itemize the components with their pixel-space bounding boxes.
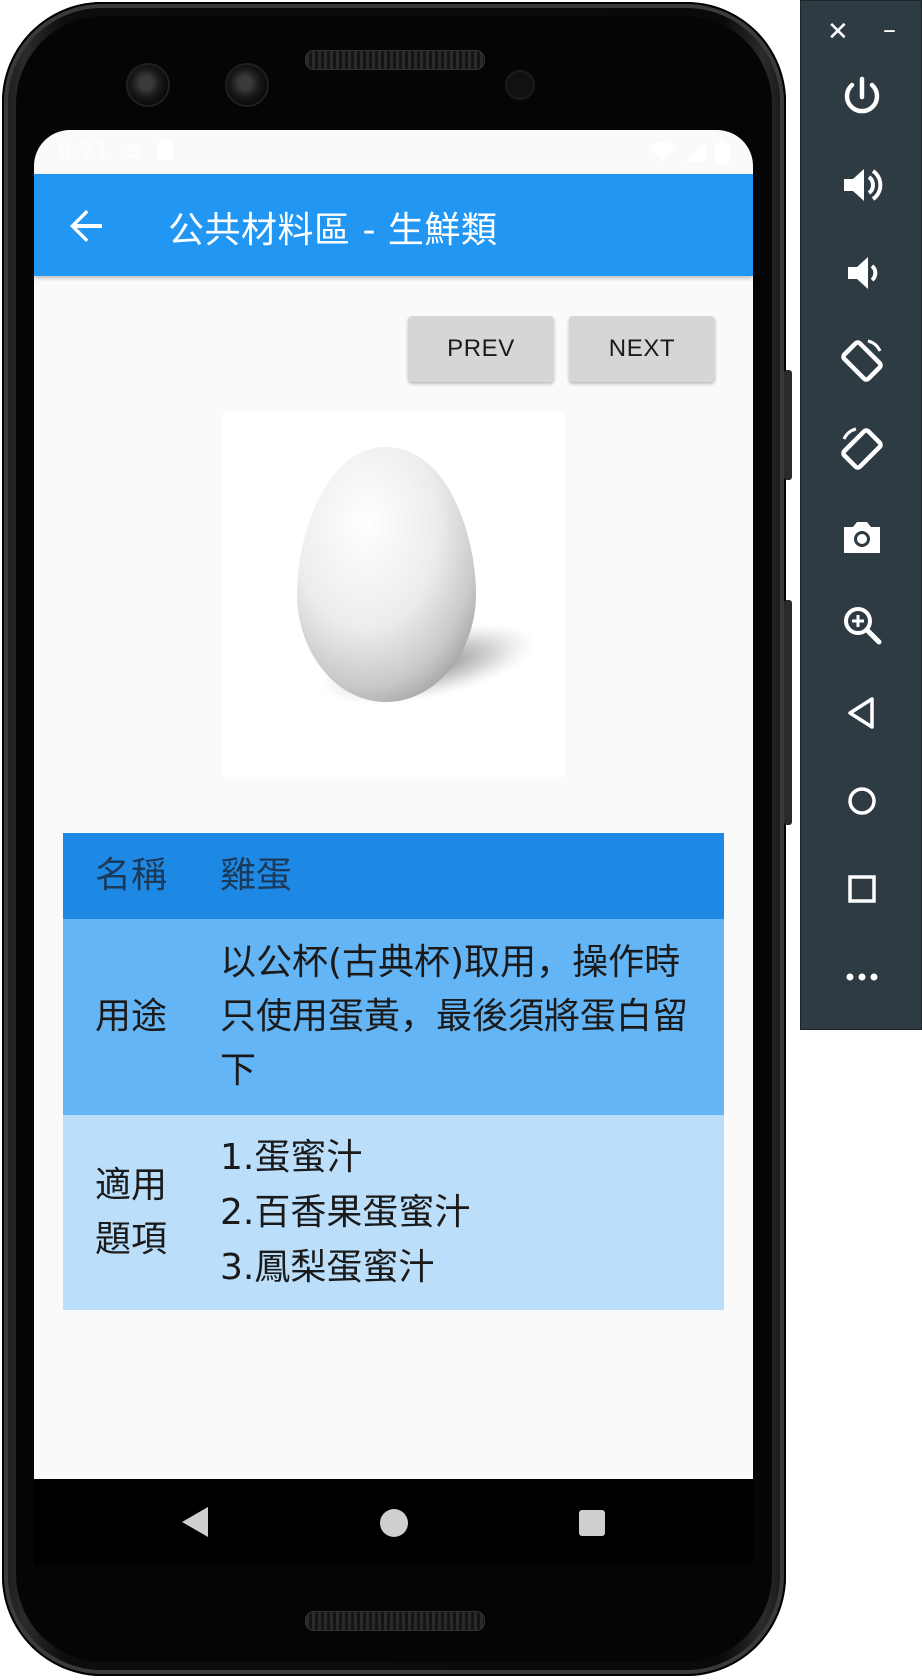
wifi-icon <box>649 142 675 162</box>
close-icon[interactable]: ✕ <box>827 17 849 47</box>
front-camera-2 <box>225 63 269 107</box>
signal-icon <box>685 142 705 162</box>
prev-button[interactable]: PREV <box>408 316 554 382</box>
name-label: 名稱 <box>95 855 168 896</box>
list-item: 3.鳳梨蛋蜜汁 <box>220 1247 435 1288</box>
egg-image <box>223 412 565 777</box>
ingredient-info-table: 名稱 雞蛋 用途 以公杯(古典杯)取用，操作時只使用蛋黃，最後須將蛋白留下 適用… <box>63 833 724 1310</box>
battery-icon <box>715 140 729 164</box>
list-item: 1.蛋蜜汁 <box>220 1137 363 1178</box>
back-icon[interactable] <box>834 685 890 741</box>
proximity-sensor <box>505 70 535 100</box>
android-nav-bar <box>34 1479 753 1565</box>
back-arrow-icon[interactable] <box>62 202 110 250</box>
table-row-name: 名稱 雞蛋 <box>63 833 724 919</box>
rotate-right-icon[interactable] <box>834 421 890 477</box>
table-row-applicable-items: 適用 題項 1.蛋蜜汁 2.百香果蛋蜜汁 3.鳳梨蛋蜜汁 <box>63 1115 724 1310</box>
next-button[interactable]: NEXT <box>569 316 715 382</box>
phone-screen: 9:21 ⚙ 公共材料區 - 生鮮類 PREV NEXT 名稱 雞蛋 用途 以公… <box>34 130 753 1565</box>
table-row-usage: 用途 以公杯(古典杯)取用，操作時只使用蛋黃，最後須將蛋白留下 <box>63 919 724 1115</box>
nav-home-icon[interactable] <box>380 1509 408 1537</box>
camera-icon[interactable] <box>834 509 890 565</box>
nav-recents-icon[interactable] <box>579 1510 605 1536</box>
bottom-speaker <box>305 1611 485 1631</box>
list-item: 2.百香果蛋蜜汁 <box>220 1192 471 1233</box>
volume-up-icon[interactable] <box>834 157 890 213</box>
usage-label: 用途 <box>95 996 168 1037</box>
page-title: 公共材料區 - 生鮮類 <box>168 210 498 251</box>
power-side-button <box>784 370 792 480</box>
minimize-icon[interactable]: – <box>883 15 896 45</box>
zoom-icon[interactable] <box>834 597 890 653</box>
emulator-toolbar: ✕ – <box>800 0 922 1030</box>
more-icon[interactable] <box>834 949 890 1005</box>
front-camera <box>126 63 170 107</box>
power-icon[interactable] <box>834 69 890 125</box>
usage-value: 以公杯(古典杯)取用，操作時只使用蛋黃，最後須將蛋白留下 <box>220 942 689 1091</box>
applicable-items-label: 適用 題項 <box>95 1164 168 1260</box>
name-value: 雞蛋 <box>220 855 293 896</box>
home-icon[interactable] <box>834 773 890 829</box>
applicable-items-list: 1.蛋蜜汁 2.百香果蛋蜜汁 3.鳳梨蛋蜜汁 <box>220 1115 724 1310</box>
app-bar: 公共材料區 - 生鮮類 <box>34 174 753 276</box>
volume-side-button <box>784 600 792 825</box>
settings-icon: ⚙ <box>123 139 144 165</box>
status-bar: 9:21 ⚙ <box>34 130 753 174</box>
volume-down-icon[interactable] <box>834 245 890 301</box>
nav-back-icon[interactable] <box>182 1507 208 1537</box>
sd-card-icon <box>157 139 174 160</box>
top-speaker <box>305 50 485 70</box>
overview-icon[interactable] <box>834 861 890 917</box>
status-time: 9:21 <box>58 139 110 165</box>
rotate-left-icon[interactable] <box>834 333 890 389</box>
